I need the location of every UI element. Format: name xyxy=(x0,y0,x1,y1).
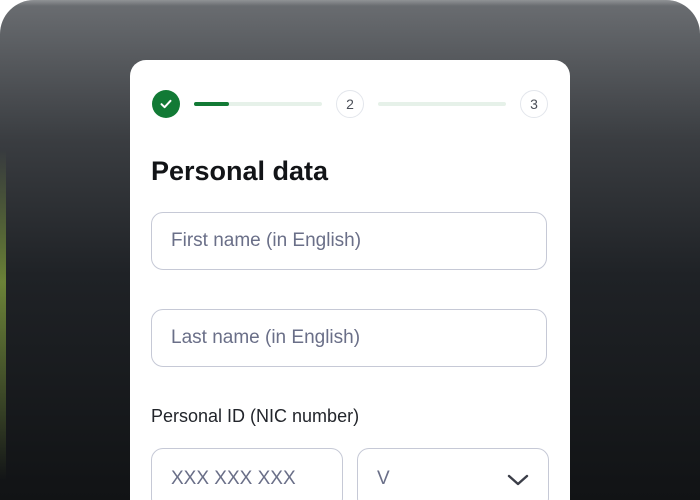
personal-id-label: Personal ID (NIC number) xyxy=(151,406,360,426)
last-name-field[interactable]: Last name (in English) xyxy=(151,309,547,367)
step-2-label: 2 xyxy=(346,96,354,112)
first-name-placeholder: First name (in English) xyxy=(171,230,362,251)
first-name-field[interactable]: First name (in English) xyxy=(151,212,547,270)
chevron-down-icon xyxy=(507,474,529,486)
personal-id-suffix-select[interactable]: V xyxy=(357,448,549,500)
personal-id-number-placeholder: XXX XXX XXX xyxy=(171,468,296,489)
personal-id-suffix-value: V xyxy=(377,468,390,489)
step-2-indicator[interactable]: 2 xyxy=(336,90,364,118)
check-icon xyxy=(160,99,172,109)
progress-stepper: 2 3 xyxy=(152,90,548,118)
step-3-indicator[interactable]: 3 xyxy=(520,90,548,118)
step-1-completed[interactable] xyxy=(152,90,180,118)
last-name-placeholder: Last name (in English) xyxy=(171,327,361,348)
page-title: Personal data xyxy=(151,156,329,186)
personal-id-number-field[interactable]: XXX XXX XXX xyxy=(151,448,343,500)
step-3-label: 3 xyxy=(530,96,538,112)
progress-track-2 xyxy=(378,102,506,106)
progress-track-1-fill xyxy=(194,102,229,106)
app-window-frame: 2 3 Personal data First name (in English… xyxy=(0,0,700,500)
personal-data-card: 2 3 Personal data First name (in English… xyxy=(130,60,570,500)
progress-track-1 xyxy=(194,102,322,106)
